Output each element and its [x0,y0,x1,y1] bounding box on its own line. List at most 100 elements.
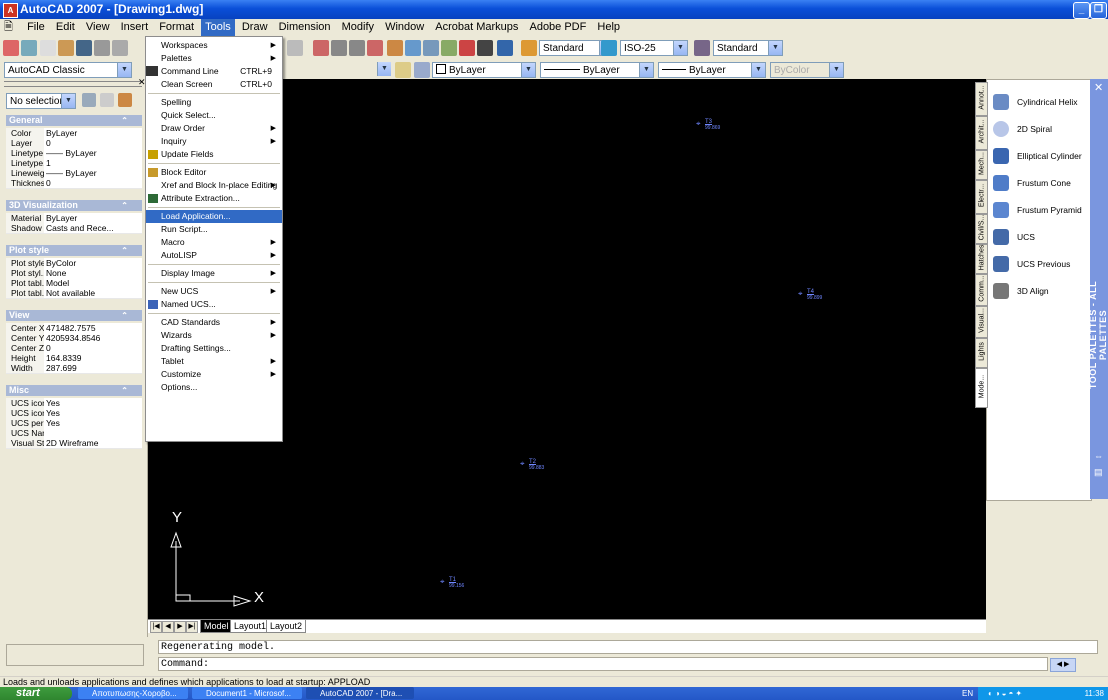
section-header-general[interactable]: General ⌃ [6,115,142,126]
property-row[interactable]: Thickness0 [6,178,142,189]
selection-select[interactable]: No selection ▼ [6,93,76,109]
quick-select-icon[interactable] [118,93,132,107]
menu-item-palettes[interactable]: Palettes ▶ [146,52,282,65]
palette-item-frustum-pyramid[interactable]: Frustum Pyramid [993,200,1089,220]
tab-layout1[interactable]: Layout1 [230,620,271,633]
next-tab-icon[interactable]: ▶ [174,621,186,633]
menu-format[interactable]: Format [155,19,198,36]
pan-icon[interactable] [313,40,329,56]
menu-view[interactable]: View [82,19,114,36]
collapse-icon[interactable]: ⌃ [121,385,128,396]
menu-dimension[interactable]: Dimension [275,19,335,36]
menu-edit[interactable]: Edit [52,19,79,36]
palette-item-ucs[interactable]: UCS [993,227,1089,247]
palette-tab-mech[interactable]: Mech... [975,150,988,180]
palette-item-3d-align[interactable]: 3D Align [993,281,1089,301]
restore-button[interactable]: ❐ [1090,2,1107,19]
autohide-icon[interactable]: ⇔ [1094,451,1103,461]
menu-item-display-image[interactable]: Display Image ▶ [146,267,282,280]
menu-item-new-ucs[interactable]: New UCS ▶ [146,285,282,298]
menu-item-tablet[interactable]: Tablet ▶ [146,355,282,368]
text-style-icon[interactable] [521,40,537,56]
menu-item-load-application[interactable]: Load Application... [146,210,282,223]
menu-draw[interactable]: Draw [238,19,272,36]
language-indicator[interactable]: EN [962,687,973,700]
menu-item-customize[interactable]: Customize ▶ [146,368,282,381]
command-input[interactable]: Command: [158,657,1048,671]
palette-item-frustum-cone[interactable]: Frustum Cone [993,173,1089,193]
palette-tab-lights[interactable]: Lights [975,338,988,368]
menu-item-wizards[interactable]: Wizards ▶ [146,329,282,342]
qnew-icon[interactable] [40,40,56,56]
menu-acrobat-markups[interactable]: Acrobat Markups [431,19,522,36]
menu-file[interactable]: File [23,19,49,36]
menu-item-drafting-settings[interactable]: Drafting Settings... [146,342,282,355]
table-style-select[interactable]: Standard ▼ [713,40,783,56]
menu-item-xref-and-block-in-place-editing[interactable]: Xref and Block In-place Editing ▶ [146,179,282,192]
palette-item-2d-spiral[interactable]: 2D Spiral [993,119,1089,139]
start-button[interactable]: start [0,687,72,700]
menu-item-update-fields[interactable]: Update Fields [146,148,282,161]
menu-item-spelling[interactable]: Spelling [146,96,282,109]
tab-model[interactable]: Model [200,620,233,633]
menu-item-cad-standards[interactable]: CAD Standards ▶ [146,316,282,329]
property-row[interactable]: Plot tabl...Not available [6,288,142,299]
menu-item-attribute-extraction[interactable]: Attribute Extraction... [146,192,282,205]
save-icon[interactable] [76,40,92,56]
select-objects-icon[interactable] [100,93,114,107]
menu-item-block-editor[interactable]: Block Editor [146,166,282,179]
menu-tools[interactable]: Tools [201,19,235,36]
property-row[interactable]: Width 287.699 [6,363,142,374]
menu-modify[interactable]: Modify [338,19,378,36]
tool-palettes-icon[interactable] [423,40,439,56]
palette-item-cylindrical-helix[interactable]: Cylindrical Helix [993,92,1089,112]
prev-tab-icon[interactable]: ◀ [162,621,174,633]
first-tab-icon[interactable]: |◀ [150,621,162,633]
autocad-app-icon[interactable]: A [3,3,18,18]
open-icon[interactable] [21,40,37,56]
menu-item-command-line[interactable]: Command Line CTRL+9 [146,65,282,78]
menu-insert[interactable]: Insert [117,19,153,36]
menu-item-autolisp[interactable]: AutoLISP ▶ [146,249,282,262]
close-icon[interactable]: ✕ [1094,81,1103,94]
tool-palette-titlebar[interactable]: ✕ ⇔ ▤ TOOL PALETTES - ALL PALETTES [1088,79,1108,499]
palette-tab-comm[interactable]: Comm... [975,274,988,306]
collapse-icon[interactable]: ⌃ [121,200,128,211]
section-header-view[interactable]: View ⌃ [6,310,142,321]
scroll-left-icon[interactable]: ◀ ▶ [1050,658,1076,672]
dim-style-select[interactable]: ISO-25 ▼ [620,40,688,56]
property-row[interactable]: Visual Style2D Wireframe [6,438,142,449]
section-header-misc[interactable]: Misc ⌃ [6,385,142,396]
palette-tab-hatches[interactable]: Hatches [975,244,988,274]
menu-item-named-ucs[interactable]: Named UCS... [146,298,282,311]
section-header-3d-visualization[interactable]: 3D Visualization ⌃ [6,200,142,211]
layer-select[interactable]: ▼ [283,62,393,78]
property-row[interactable]: Shadow ...Casts and Rece... [6,223,142,234]
color-control[interactable]: ByLayer ▼ [432,62,536,78]
menu-help[interactable]: Help [593,19,624,36]
make-current-icon[interactable] [414,62,430,78]
palette-tab-mode[interactable]: Mode... [975,368,988,408]
tab-layout2[interactable]: Layout2 [266,620,307,633]
linetype-control[interactable]: ByLayer ▼ [540,62,654,78]
zoom-realtime-icon[interactable] [331,40,347,56]
zoom-window-icon[interactable] [349,40,365,56]
layer-previous-icon[interactable] [395,62,411,78]
palette-item-elliptical-cylinder[interactable]: Elliptical Cylinder [993,146,1089,166]
sheet-set-icon[interactable] [441,40,457,56]
properties-icon[interactable]: ▤ [1094,467,1103,478]
help-icon[interactable] [497,40,513,56]
palette-tab-annot[interactable]: Annot... [975,82,988,116]
task-autocad[interactable]: AutoCAD 2007 - [Dra... [306,687,414,699]
collapse-icon[interactable]: ⌃ [121,310,128,321]
last-tab-icon[interactable]: ▶| [186,621,198,633]
undo-icon[interactable] [287,40,303,56]
open-folder-icon[interactable] [58,40,74,56]
menu-item-options[interactable]: Options... [146,381,282,394]
collapse-icon[interactable]: ⌃ [121,115,128,126]
task-word-document[interactable]: Document1 - Microsof... [192,687,302,699]
pickadd-icon[interactable] [82,93,96,107]
properties-icon[interactable] [387,40,403,56]
document-icon[interactable]: 🗎 [0,19,20,36]
menu-item-macro[interactable]: Macro ▶ [146,236,282,249]
